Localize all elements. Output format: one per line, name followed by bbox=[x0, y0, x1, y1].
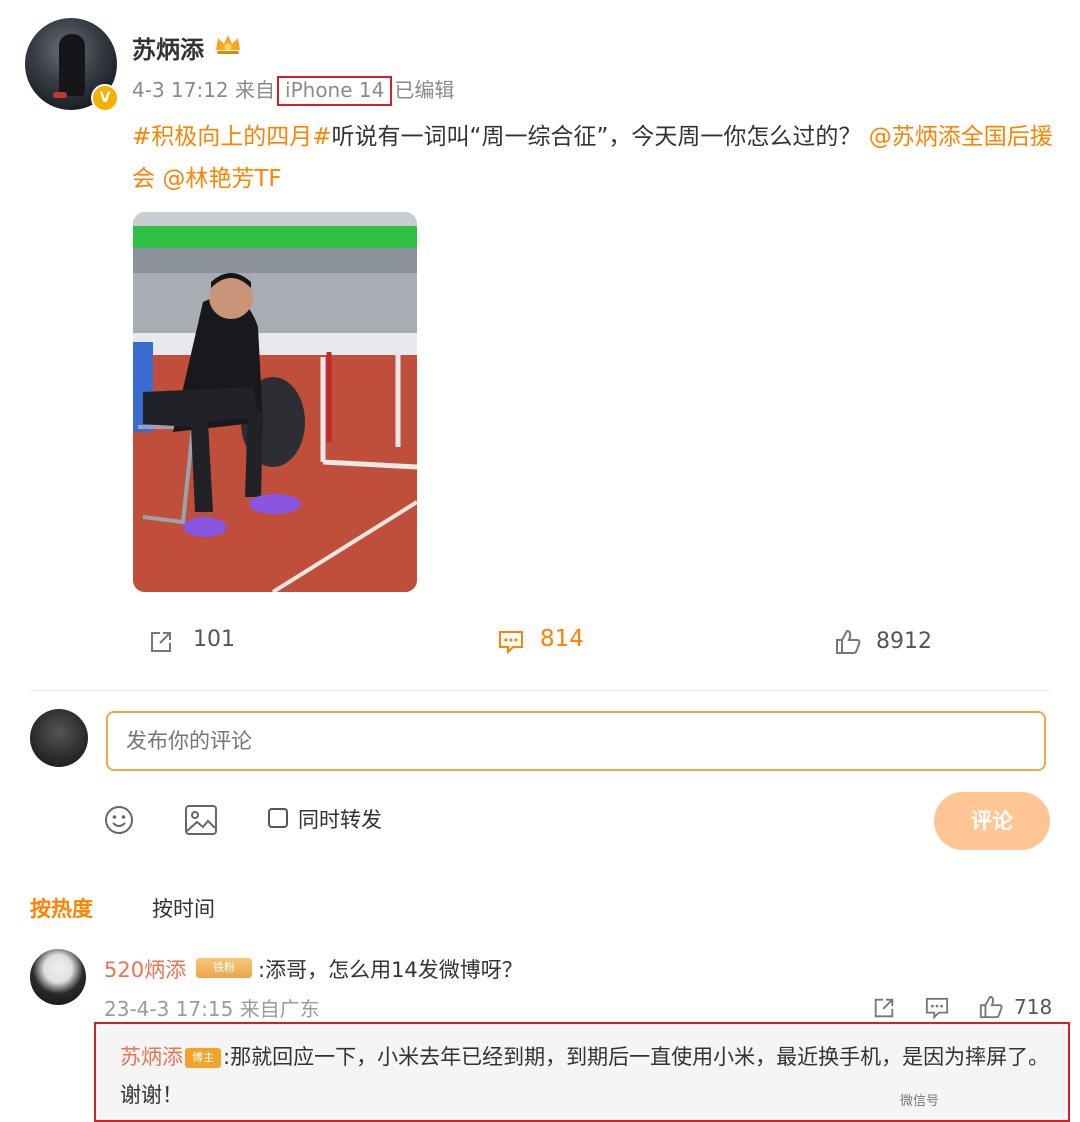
submit-comment-button[interactable]: 评论 bbox=[934, 792, 1050, 850]
image-icon[interactable] bbox=[184, 804, 218, 836]
repost-count[interactable]: 101 bbox=[193, 627, 235, 652]
source-prefix: 来自 bbox=[235, 78, 276, 102]
mention-link[interactable]: @林艳芳TF bbox=[162, 166, 281, 192]
crown-icon bbox=[216, 35, 240, 54]
like-count[interactable]: 8912 bbox=[876, 629, 932, 654]
comment-repost-icon[interactable] bbox=[872, 996, 896, 1020]
comment-icon[interactable] bbox=[497, 629, 525, 655]
comment-count[interactable]: 814 bbox=[540, 626, 584, 652]
commenter-name[interactable]: 520炳添 bbox=[104, 954, 186, 984]
post-meta: 4-3 17:12 来自 iPhone 14 已编辑 bbox=[132, 74, 455, 106]
comment-text: :添哥，怎么用14发微博呀？ bbox=[258, 958, 523, 982]
comment-like-icon[interactable] bbox=[978, 994, 1004, 1020]
reply-author-name[interactable]: 苏炳添 bbox=[120, 1045, 183, 1069]
tab-sort-hot[interactable]: 按热度 bbox=[30, 893, 93, 923]
author-name[interactable]: 苏炳添 bbox=[132, 30, 204, 65]
verified-badge-icon: V bbox=[91, 84, 119, 112]
post-photo[interactable] bbox=[133, 212, 417, 592]
comment-reply-icon[interactable] bbox=[924, 996, 950, 1020]
post-body: 听说有一词叫“周一综合征”，今天周一你怎么过的？ bbox=[331, 124, 862, 150]
repost-checkbox-label[interactable]: 同时转发 bbox=[298, 804, 382, 834]
comment-meta: 23-4-3 17:15 来自广东 bbox=[104, 993, 320, 1022]
edited-label: 已编辑 bbox=[394, 78, 455, 102]
post-text: #积极向上的四月#听说有一词叫“周一综合征”，今天周一你怎么过的？ @苏炳添全国… bbox=[132, 116, 1057, 200]
watermark: 微信号 bbox=[900, 1094, 940, 1109]
comment-input[interactable] bbox=[106, 711, 1046, 771]
emoji-icon[interactable] bbox=[103, 804, 135, 836]
photo-illustration bbox=[133, 212, 417, 592]
post-time: 4-3 17:12 bbox=[132, 78, 229, 102]
fan-badge: 铁粉 bbox=[196, 958, 252, 978]
hashtag-link[interactable]: #积极向上的四月# bbox=[132, 124, 332, 150]
author-badge: 博主 bbox=[185, 1048, 221, 1068]
comment-time: 23-4-3 17:15 bbox=[104, 997, 234, 1021]
divider bbox=[30, 690, 1052, 691]
comment-location: 来自广东 bbox=[239, 997, 320, 1021]
commenter-avatar[interactable] bbox=[30, 949, 86, 1005]
current-user-avatar bbox=[30, 709, 88, 767]
repost-icon[interactable] bbox=[148, 629, 174, 655]
comment-like-count[interactable]: 718 bbox=[1014, 995, 1052, 1019]
device-name: iPhone 14 bbox=[277, 76, 393, 106]
like-icon[interactable] bbox=[834, 628, 862, 656]
repost-checkbox[interactable] bbox=[268, 808, 288, 828]
tab-sort-time[interactable]: 按时间 bbox=[152, 893, 215, 923]
